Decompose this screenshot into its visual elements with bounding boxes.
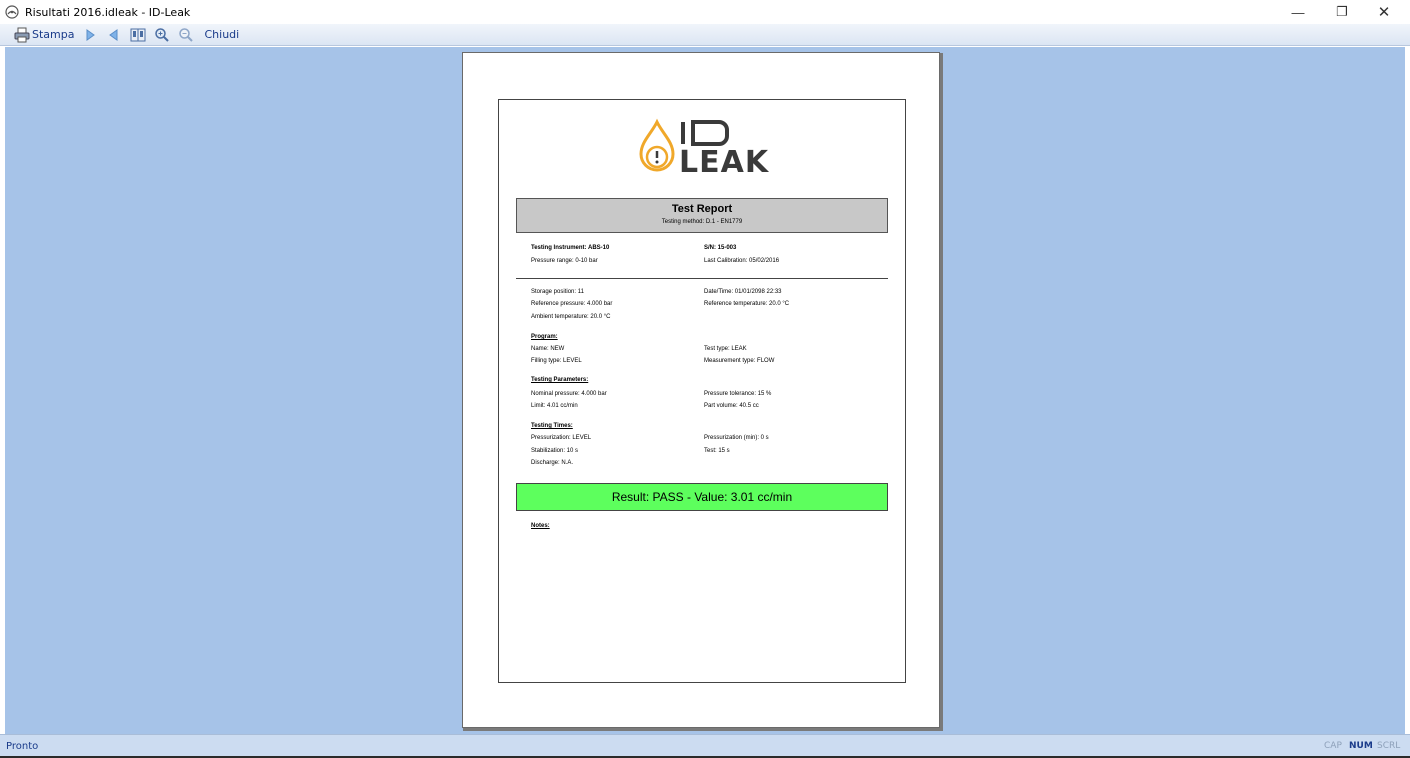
pressure-tolerance: Pressure tolerance: 15 % bbox=[704, 391, 772, 397]
zoom-in-icon bbox=[154, 27, 170, 43]
pressurization-min: Pressurization (min): 0 s bbox=[704, 435, 769, 441]
app-icon bbox=[5, 5, 19, 19]
program-heading: Program: bbox=[531, 334, 558, 340]
status-bar: Pronto CAP NUM SCRL bbox=[0, 734, 1410, 758]
caps-lock-indicator: CAP bbox=[1324, 741, 1342, 751]
report-page: LEAK Test Report Testing method: D.1 - E… bbox=[462, 52, 940, 728]
pressure-range: Pressure range: 0-10 bar bbox=[531, 258, 598, 264]
zoom-out-icon bbox=[178, 27, 194, 43]
testing-instrument: Testing Instrument: ABS-10 bbox=[531, 245, 610, 251]
num-lock-indicator: NUM bbox=[1349, 741, 1373, 751]
ambient-temperature: Ambient temperature: 20.0 °C bbox=[531, 314, 611, 320]
section-divider bbox=[516, 278, 888, 279]
next-page-button[interactable] bbox=[82, 27, 98, 43]
part-volume: Part volume: 40.5 cc bbox=[704, 403, 759, 409]
logo-wordmark: LEAK bbox=[679, 145, 770, 180]
close-window-button[interactable]: ✕ bbox=[1364, 0, 1404, 24]
print-button[interactable]: Stampa bbox=[14, 27, 74, 43]
date-time: Date/Time: 01/01/2098 22:33 bbox=[704, 289, 782, 295]
limit: Limit: 4.01 cc/min bbox=[531, 403, 578, 409]
prev-page-button[interactable] bbox=[106, 27, 122, 43]
close-preview-label: Chiudi bbox=[204, 28, 240, 41]
test-type: Test type: LEAK bbox=[704, 346, 747, 352]
filling-type: Filling type: LEVEL bbox=[531, 358, 582, 364]
discharge: Discharge: N.A. bbox=[531, 460, 574, 466]
report-header: Test Report Testing method: D.1 - EN1779 bbox=[516, 198, 888, 233]
maximize-button[interactable]: ❐ bbox=[1322, 0, 1362, 24]
reference-temperature: Reference temperature: 20.0 °C bbox=[704, 301, 790, 307]
last-calibration: Last Calibration: 05/02/2016 bbox=[704, 258, 780, 264]
storage-position: Storage position: 11 bbox=[531, 289, 584, 295]
testing-method: Testing method: D.1 - EN1779 bbox=[661, 219, 743, 225]
parameters-heading: Testing Parameters: bbox=[531, 377, 589, 383]
prev-page-icon bbox=[106, 27, 122, 43]
program-name: Name: NEW bbox=[531, 346, 565, 352]
stabilization: Stabilization: 10 s bbox=[531, 448, 579, 454]
scroll-lock-indicator: SCRL bbox=[1377, 741, 1401, 751]
serial-number: S/N: 15-003 bbox=[704, 245, 737, 251]
result-banner: Result: PASS - Value: 3.01 cc/min bbox=[516, 483, 888, 511]
id-leak-logo: LEAK bbox=[637, 118, 770, 180]
zoom-out-button[interactable] bbox=[178, 27, 194, 43]
times-heading: Testing Times: bbox=[531, 423, 573, 429]
notes-heading: Notes: bbox=[531, 523, 550, 529]
test-time: Test: 15 s bbox=[704, 448, 730, 454]
status-text: Pronto bbox=[6, 741, 39, 752]
minimize-button[interactable]: — bbox=[1278, 0, 1318, 24]
printer-icon bbox=[14, 27, 30, 43]
two-pages-icon bbox=[130, 27, 146, 43]
zoom-in-button[interactable] bbox=[154, 27, 170, 43]
print-label: Stampa bbox=[32, 28, 75, 41]
title-bar: Risultati 2016.idleak - ID-Leak — ❐ ✕ bbox=[0, 0, 1410, 24]
pressurization: Pressurization: LEVEL bbox=[531, 435, 592, 441]
reference-pressure: Reference pressure: 4.000 bar bbox=[531, 301, 613, 307]
toolbar: Stampa Chiudi bbox=[0, 24, 1410, 46]
two-pages-button[interactable] bbox=[130, 27, 146, 43]
window-title: Risultati 2016.idleak - ID-Leak bbox=[25, 5, 191, 19]
nominal-pressure: Nominal pressure: 4.000 bar bbox=[531, 391, 607, 397]
close-preview-button[interactable]: Chiudi bbox=[202, 28, 239, 41]
report-title: Test Report bbox=[671, 203, 733, 215]
report-frame: LEAK Test Report Testing method: D.1 - E… bbox=[498, 99, 906, 683]
next-page-icon bbox=[82, 27, 98, 43]
measurement-type: Measurement type: FLOW bbox=[704, 358, 775, 364]
